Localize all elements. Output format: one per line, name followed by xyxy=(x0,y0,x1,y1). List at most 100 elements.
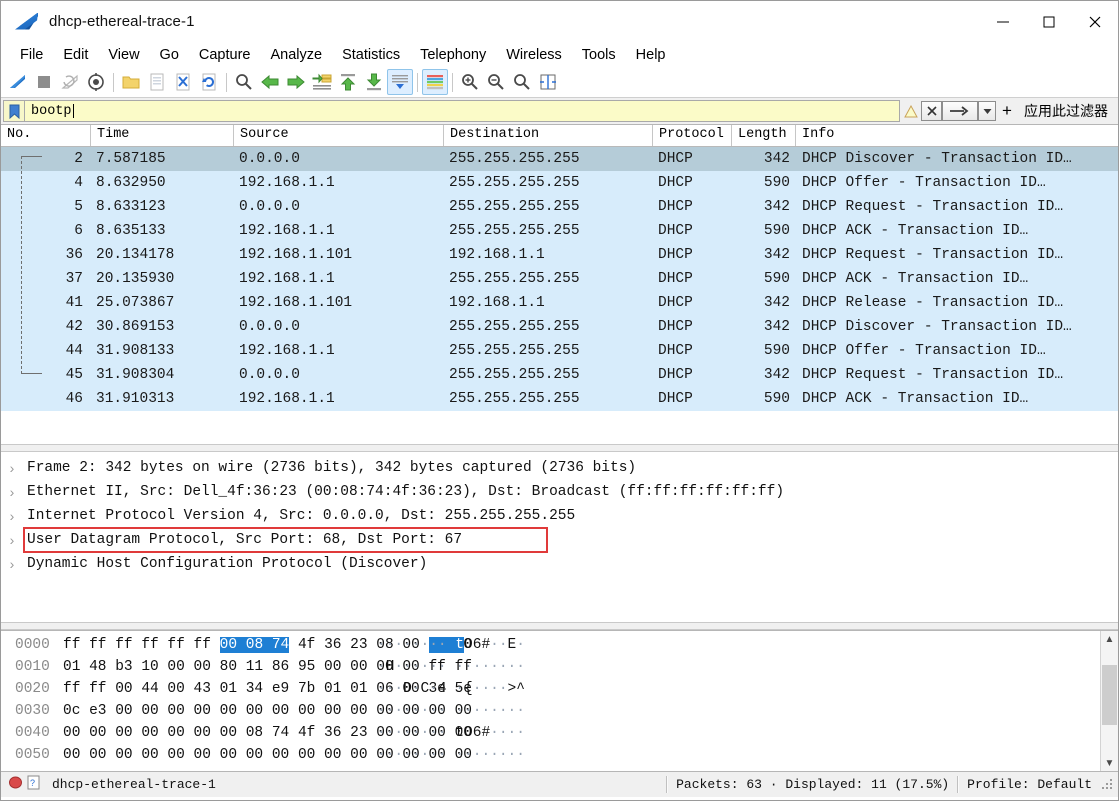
column-header-destination[interactable]: Destination xyxy=(444,125,653,146)
column-header-time[interactable]: Time xyxy=(91,125,234,146)
hex-row[interactable]: 0040 00 00 00 00 00 00 00 08 74 4f 36 23 … xyxy=(1,722,1100,744)
bookmark-icon[interactable] xyxy=(3,100,24,122)
start-capture-icon[interactable] xyxy=(5,69,31,95)
display-filter-input[interactable]: bootp xyxy=(24,100,900,122)
resize-grip-icon[interactable] xyxy=(1102,778,1114,791)
hex-bytes: ff ff ff ff ff ff 00 08 74 4f 36 23 08 0… xyxy=(63,637,472,653)
restart-capture-icon[interactable] xyxy=(57,69,83,95)
column-header-protocol[interactable]: Protocol xyxy=(653,125,732,146)
scrollbar-thumb[interactable] xyxy=(1102,665,1117,725)
hex-bytes: 0c e3 00 00 00 00 00 00 00 00 00 00 00 0… xyxy=(63,703,472,719)
filter-dropdown-button[interactable] xyxy=(978,101,996,121)
close-button[interactable] xyxy=(1072,1,1118,42)
menu-statistics[interactable]: Statistics xyxy=(332,45,410,65)
chevron-right-icon[interactable]: › xyxy=(1,484,23,500)
menu-analyze[interactable]: Analyze xyxy=(260,45,332,65)
menu-file[interactable]: File xyxy=(10,45,53,65)
go-forward-icon[interactable] xyxy=(283,69,309,95)
apply-filter-button[interactable] xyxy=(942,101,978,121)
pane-splitter-top[interactable] xyxy=(1,444,1118,452)
hex-row[interactable]: 0030 0c e3 00 00 00 00 00 00 00 00 00 00 … xyxy=(1,700,1100,722)
expert-info-icon[interactable] xyxy=(9,776,22,793)
packet-info: DHCP Release - Transaction ID… xyxy=(802,295,1064,311)
scroll-down-arrow-icon[interactable]: ▼ xyxy=(1101,755,1118,771)
menu-telephony[interactable]: Telephony xyxy=(410,45,496,65)
menu-go[interactable]: Go xyxy=(150,45,189,65)
menu-view[interactable]: View xyxy=(98,45,149,65)
packet-row[interactable]: 45 31.908304 0.0.0.0 255.255.255.255 DHCP 342… xyxy=(1,363,1118,387)
hex-row[interactable]: 0010 01 48 b3 10 00 00 80 11 86 95 00 00 … xyxy=(1,656,1100,678)
packet-protocol: DHCP xyxy=(658,367,693,383)
detail-row[interactable]: › Internet Protocol Version 4, Src: 0.0.0… xyxy=(1,504,1118,528)
pane-splitter-bottom[interactable] xyxy=(1,622,1118,630)
packet-row[interactable]: 6 8.635133 192.168.1.1 255.255.255.255 DHCP 5… xyxy=(1,219,1118,243)
hex-dump[interactable]: 0000 ff ff ff ff ff ff 00 08 74 4f 36 23 … xyxy=(1,631,1100,771)
stop-capture-icon[interactable] xyxy=(31,69,57,95)
chevron-right-icon[interactable]: › xyxy=(1,556,23,572)
packet-row[interactable]: 46 31.910313 192.168.1.1 255.255.255.255 DHC… xyxy=(1,387,1118,411)
colorize-icon[interactable] xyxy=(422,69,448,95)
reload-file-icon[interactable] xyxy=(196,69,222,95)
menu-tools[interactable]: Tools xyxy=(572,45,626,65)
zoom-reset-icon[interactable] xyxy=(509,69,535,95)
maximize-button[interactable] xyxy=(1026,1,1072,42)
menu-help[interactable]: Help xyxy=(626,45,676,65)
zoom-out-icon[interactable] xyxy=(483,69,509,95)
go-to-first-icon[interactable] xyxy=(335,69,361,95)
packet-info: DHCP ACK - Transaction ID… xyxy=(802,271,1029,287)
resize-columns-icon[interactable] xyxy=(535,69,561,95)
column-header-length[interactable]: Length xyxy=(732,125,796,146)
chevron-right-icon[interactable]: › xyxy=(1,532,23,548)
zoom-in-icon[interactable] xyxy=(457,69,483,95)
packet-list[interactable]: No. Time Source Destination Protocol Length In… xyxy=(1,125,1118,444)
packet-row[interactable]: 5 8.633123 0.0.0.0 255.255.255.255 DHCP 342 DH… xyxy=(1,195,1118,219)
packet-no: 5 xyxy=(74,199,83,215)
packet-details-pane[interactable]: › Frame 2: 342 bytes on wire (2736 bits),… xyxy=(1,452,1118,622)
capture-file-properties-icon[interactable]: ? xyxy=(27,775,40,794)
packet-bytes-pane[interactable]: 0000 ff ff ff ff ff ff 00 08 74 4f 36 23 … xyxy=(1,630,1118,771)
hex-row[interactable]: 0000 ff ff ff ff ff ff 00 08 74 4f 36 23 … xyxy=(1,634,1100,656)
save-file-icon[interactable] xyxy=(144,69,170,95)
menu-edit[interactable]: Edit xyxy=(53,45,98,65)
clear-filter-button[interactable] xyxy=(921,101,942,121)
packet-source: 192.168.1.1 xyxy=(239,271,335,287)
detail-row[interactable]: › Dynamic Host Configuration Protocol (Di… xyxy=(1,552,1118,576)
menu-capture[interactable]: Capture xyxy=(189,45,261,65)
chevron-right-icon[interactable]: › xyxy=(1,460,23,476)
add-filter-button[interactable]: + xyxy=(996,101,1018,121)
go-back-icon[interactable] xyxy=(257,69,283,95)
column-header-source[interactable]: Source xyxy=(234,125,444,146)
packet-protocol: DHCP xyxy=(658,271,693,287)
packet-destination: 255.255.255.255 xyxy=(449,199,580,215)
column-header-info[interactable]: Info xyxy=(796,125,1118,146)
status-icons: ? xyxy=(9,775,40,794)
packet-list-rows[interactable]: 2 7.587185 0.0.0.0 255.255.255.255 DHCP 342 DH… xyxy=(1,147,1118,411)
chevron-right-icon[interactable]: › xyxy=(1,508,23,524)
minimize-button[interactable] xyxy=(980,1,1026,42)
packet-row[interactable]: 2 7.587185 0.0.0.0 255.255.255.255 DHCP 342 DH… xyxy=(1,147,1118,171)
auto-scroll-icon[interactable] xyxy=(387,69,413,95)
close-file-icon[interactable] xyxy=(170,69,196,95)
detail-row[interactable]: › Ethernet II, Src: Dell_4f:36:23 (00:08:… xyxy=(1,480,1118,504)
scroll-up-arrow-icon[interactable]: ▲ xyxy=(1101,631,1118,647)
packet-length: 590 xyxy=(763,175,790,191)
hex-ascii: ········ tO6#··E· xyxy=(377,637,525,653)
packet-row[interactable]: 36 20.134178 192.168.1.101 192.168.1.1 DHCP 3… xyxy=(1,243,1118,267)
packet-row[interactable]: 42 30.869153 0.0.0.0 255.255.255.255 DHCP 342… xyxy=(1,315,1118,339)
hex-pane-scrollbar[interactable]: ▲ ▼ xyxy=(1100,631,1118,771)
hex-row[interactable]: 0050 00 00 00 00 00 00 00 00 00 00 00 00 … xyxy=(1,744,1100,766)
open-file-icon[interactable] xyxy=(118,69,144,95)
detail-row[interactable]: › Frame 2: 342 bytes on wire (2736 bits),… xyxy=(1,456,1118,480)
find-packet-icon[interactable] xyxy=(231,69,257,95)
menu-wireless[interactable]: Wireless xyxy=(496,45,572,65)
packet-row[interactable]: 44 31.908133 192.168.1.1 255.255.255.255 DHC… xyxy=(1,339,1118,363)
packet-row[interactable]: 37 20.135930 192.168.1.1 255.255.255.255 DHC… xyxy=(1,267,1118,291)
column-header-no[interactable]: No. xyxy=(1,125,91,146)
detail-row[interactable]: › User Datagram Protocol, Src Port: 68, D… xyxy=(1,528,1118,552)
go-to-packet-icon[interactable] xyxy=(309,69,335,95)
hex-row[interactable]: 0020 ff ff 00 44 00 43 01 34 e9 7b 01 01 … xyxy=(1,678,1100,700)
go-to-last-icon[interactable] xyxy=(361,69,387,95)
capture-options-icon[interactable] xyxy=(83,69,109,95)
packet-row[interactable]: 41 25.073867 192.168.1.101 192.168.1.1 DHCP 3… xyxy=(1,291,1118,315)
packet-row[interactable]: 4 8.632950 192.168.1.1 255.255.255.255 DHCP 5… xyxy=(1,171,1118,195)
